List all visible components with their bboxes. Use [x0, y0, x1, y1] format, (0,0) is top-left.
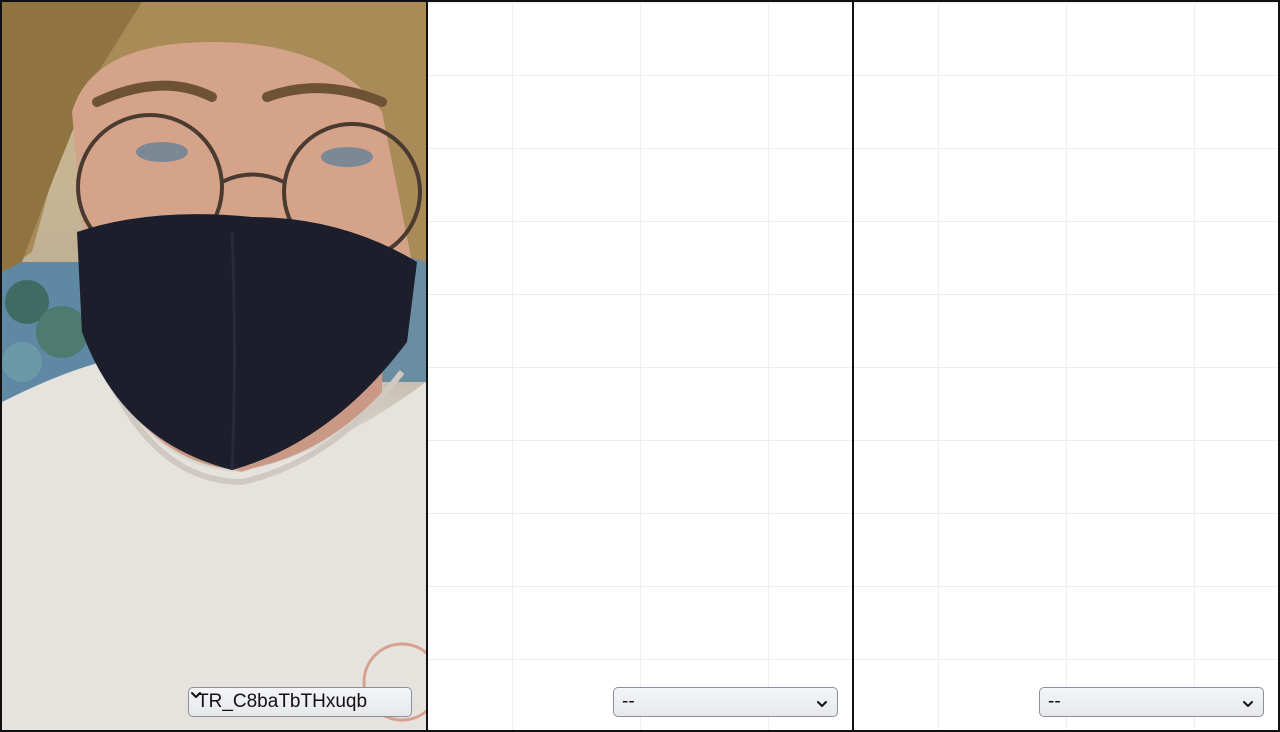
chevron-down-icon [815, 695, 829, 709]
empty-tile: -- [852, 2, 1278, 730]
chevron-down-icon [1241, 695, 1255, 709]
participant-select-value: TR_C8baTbTHxuqb [197, 691, 368, 712]
participant-select[interactable]: TR_C8baTbTHxuqb [188, 687, 412, 717]
participant-select[interactable]: -- [1039, 687, 1264, 717]
participant-select-value: -- [1048, 691, 1061, 712]
video-grid: TR_C8baTbTHxuqb -- -- [0, 0, 1280, 732]
chevron-down-icon [191, 692, 403, 709]
empty-tile: -- [426, 2, 852, 730]
participant-select[interactable]: -- [613, 687, 838, 717]
participant-video-image [2, 2, 426, 730]
participant-select-value: -- [622, 691, 635, 712]
video-tile: TR_C8baTbTHxuqb [2, 2, 426, 730]
